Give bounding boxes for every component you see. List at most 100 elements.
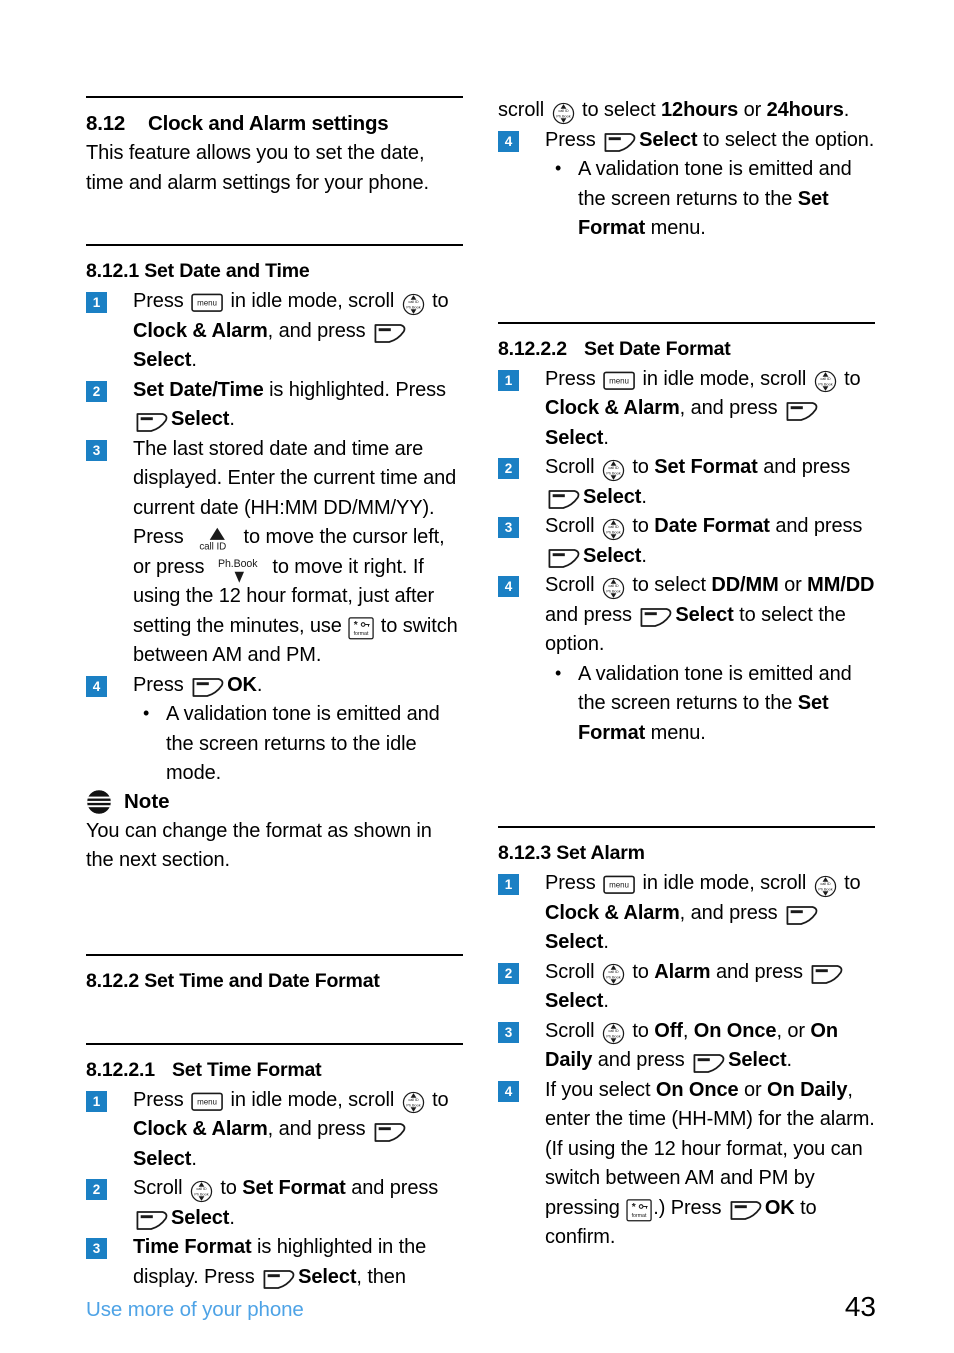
step-item: 1 Press menu in idle mode, scroll call I… bbox=[86, 1086, 463, 1175]
svg-text:Ph.Book: Ph.Book bbox=[606, 976, 620, 980]
phonebook-key-icon: Ph.Book bbox=[211, 556, 266, 586]
svg-text:call ID: call ID bbox=[608, 970, 619, 974]
softkey-label-ok: OK bbox=[764, 1196, 795, 1219]
steps-list-set-time-format: 1 Press menu in idle mode, scroll call I… bbox=[86, 1086, 463, 1293]
svg-text:menu: menu bbox=[609, 881, 629, 890]
step-text: to bbox=[626, 515, 655, 537]
step-number-badge: 4 bbox=[86, 675, 107, 697]
step-text: Scroll bbox=[545, 1019, 600, 1042]
navigation-key-icon: call ID Ph.Book bbox=[814, 875, 837, 898]
svg-text:call ID: call ID bbox=[820, 882, 831, 886]
step-number-badge: 1 bbox=[86, 292, 107, 313]
svg-text:Ph.Book: Ph.Book bbox=[606, 530, 620, 534]
svg-text:*: * bbox=[632, 1202, 636, 1213]
section-intro-paragraph: This feature allows you to set the date,… bbox=[86, 142, 429, 194]
step-item: 2 Scroll call ID Ph.Book to Alarm and pre… bbox=[498, 958, 875, 1017]
step-number-badge: 4 bbox=[498, 130, 519, 152]
svg-text:Ph.Book: Ph.Book bbox=[606, 1035, 620, 1039]
step-item: 4 Scroll call ID Ph.Book to select DD/MM … bbox=[498, 571, 875, 748]
svg-text:menu: menu bbox=[197, 1097, 217, 1106]
section-divider bbox=[86, 953, 463, 956]
soft-key-icon bbox=[373, 1120, 407, 1145]
soft-key-icon bbox=[785, 903, 819, 928]
step-text: to bbox=[838, 872, 861, 894]
subsection-number: 8.12.1 bbox=[86, 260, 140, 282]
step-text: Press bbox=[545, 367, 602, 390]
soft-key-icon bbox=[692, 1051, 726, 1076]
step-text: . bbox=[603, 990, 609, 1012]
note-icon bbox=[86, 789, 112, 815]
format-key-icon: * format bbox=[348, 617, 375, 640]
step-number-badge: 2 bbox=[498, 962, 519, 984]
step-item: 4 If you select On Once or On Daily, ent… bbox=[498, 1076, 875, 1253]
subsection-title: Set Time and Date Format bbox=[144, 969, 380, 992]
soft-key-icon bbox=[810, 962, 844, 987]
step-text: in idle mode, scroll bbox=[225, 1088, 400, 1111]
step-number-badge: 2 bbox=[86, 1179, 107, 1200]
step-number-badge: 4 bbox=[498, 1080, 519, 1102]
step-text: or bbox=[778, 574, 808, 596]
soft-key-icon bbox=[191, 675, 225, 700]
subsection-title: Set Date and Time bbox=[144, 260, 310, 282]
subsection-title: Set Time Format bbox=[172, 1058, 322, 1081]
navigation-key-icon: call ID Ph.Book bbox=[402, 1091, 425, 1114]
softkey-label-select: Select bbox=[545, 990, 604, 1012]
steps-list-set-date-format: 1 Press menu in idle mode, scroll call I… bbox=[498, 365, 875, 749]
step-text: Press bbox=[545, 872, 602, 894]
step-text: to bbox=[626, 456, 655, 478]
step-text: . bbox=[641, 485, 647, 508]
subsection-number: 8.12.2 bbox=[86, 969, 140, 992]
option-12hours: 12hours bbox=[661, 99, 739, 121]
svg-text:call ID: call ID bbox=[608, 525, 619, 529]
step-text: Scroll bbox=[545, 456, 600, 478]
softkey-label-select: Select bbox=[133, 349, 192, 371]
step-number-badge: 3 bbox=[498, 517, 519, 538]
subsection-number: 8.12.3 bbox=[498, 842, 552, 864]
step-text: Scroll bbox=[545, 574, 600, 596]
subsection-number: 8.12.2.1 bbox=[86, 1058, 155, 1081]
note-header: Note bbox=[86, 789, 463, 815]
option-24hours: 24hours bbox=[766, 99, 844, 121]
step-text: or bbox=[738, 1078, 768, 1101]
softkey-label-ok: OK bbox=[227, 673, 257, 696]
navigation-key-icon: call ID Ph.Book bbox=[602, 518, 625, 541]
step-number-badge: 1 bbox=[86, 1090, 107, 1112]
svg-text:Ph.Book: Ph.Book bbox=[194, 1192, 208, 1196]
step-text: Press bbox=[133, 1088, 190, 1111]
step-text: in idle mode, scroll bbox=[637, 367, 812, 390]
step-item: 1 Press menu in idle mode, scroll call I… bbox=[498, 365, 875, 454]
menu-key-icon: menu bbox=[191, 1092, 223, 1112]
soft-key-icon bbox=[785, 399, 819, 424]
note-label: Note bbox=[124, 789, 170, 813]
soft-key-icon bbox=[547, 546, 581, 571]
svg-text:format: format bbox=[354, 631, 369, 637]
step-number-badge: 2 bbox=[498, 458, 519, 479]
two-column-layout: 8.12 Clock and Alarm settings This featur… bbox=[86, 96, 876, 1292]
step-text: to select bbox=[576, 99, 662, 121]
subsection-heading-8-12-2: 8.12.2 Set Time and Date Format bbox=[86, 970, 463, 993]
step-item: 1 Press menu in idle mode, scroll call I… bbox=[498, 869, 875, 958]
subsection-heading-8-12-2-1: 8.12.2.1 Set Time Format bbox=[86, 1059, 463, 1082]
subsection-heading-8-12-2-2: 8.12.2.2 Set Date Format bbox=[498, 338, 875, 361]
manual-page: 8.12 Clock and Alarm settings This featur… bbox=[0, 0, 954, 1353]
option-dd-mm: DD/MM bbox=[711, 574, 779, 596]
soft-key-icon bbox=[547, 487, 581, 512]
section-heading-8-12: 8.12 Clock and Alarm settings bbox=[86, 112, 463, 136]
step-text: to bbox=[426, 290, 449, 312]
page-footer: Use more of your phone 43 bbox=[86, 1291, 876, 1323]
menu-item-date-format: Date Format bbox=[654, 515, 770, 537]
menu-key-icon: menu bbox=[603, 875, 635, 895]
step-text: . bbox=[641, 544, 647, 567]
softkey-label-select: Select bbox=[298, 1265, 357, 1288]
step-text: to bbox=[426, 1088, 449, 1111]
softkey-label-select: Select bbox=[133, 1147, 192, 1170]
step-text: . bbox=[191, 349, 197, 371]
step-text: Scroll bbox=[133, 1177, 188, 1199]
step-text: to bbox=[626, 960, 655, 983]
step-text: is highlighted. Press bbox=[263, 378, 446, 401]
